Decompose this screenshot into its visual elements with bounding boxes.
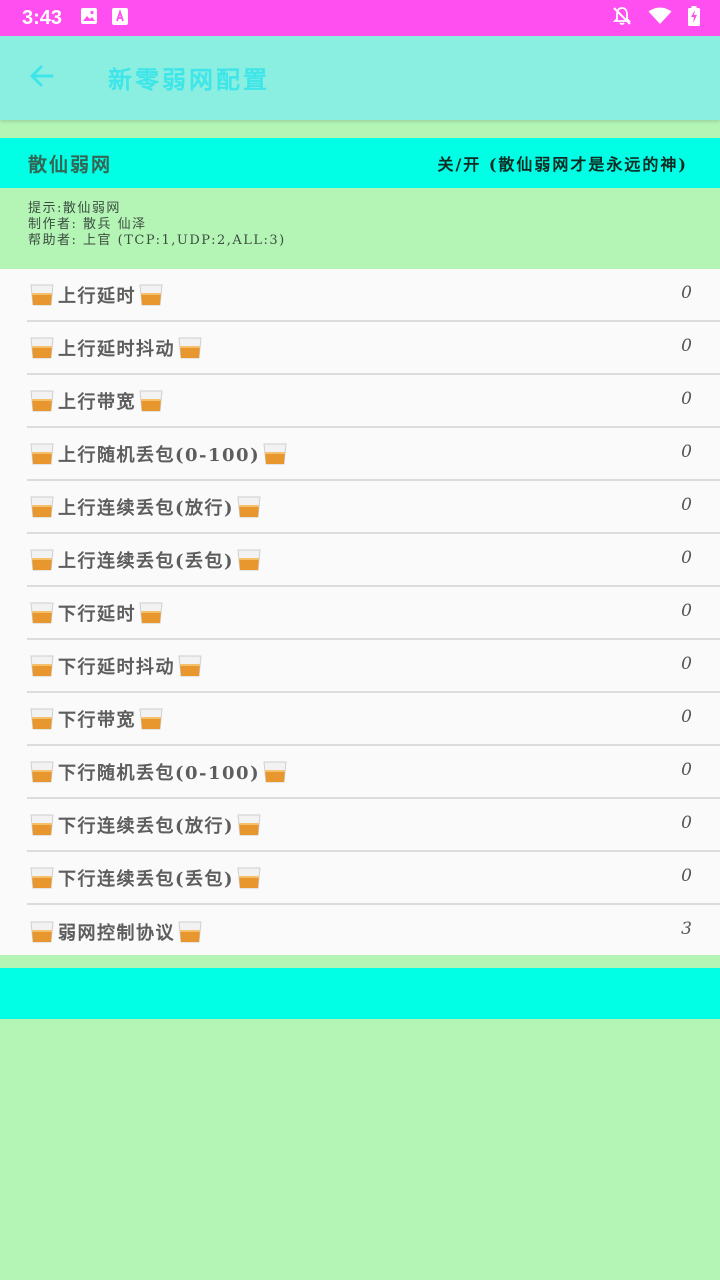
whisky-glass-icon (30, 443, 54, 465)
setting-row[interactable]: 弱网控制协议 3 (27, 905, 720, 958)
switch-label: 散仙弱网 (28, 153, 113, 176)
setting-label: 弱网控制协议 (27, 919, 202, 945)
whisky-glass-icon (178, 337, 202, 359)
whisky-glass-icon (139, 284, 163, 306)
font-download-icon (112, 7, 129, 29)
setting-label: 上行延时 (27, 282, 163, 308)
setting-value: 0 (681, 654, 692, 674)
setting-value: 0 (681, 336, 692, 356)
whisky-glass-icon (30, 602, 54, 624)
whisky-glass-icon (178, 921, 202, 943)
setting-label: 上行连续丢包(放行) (27, 494, 261, 520)
whisky-glass-icon (30, 708, 54, 730)
setting-label-text: 下行随机丢包(0-100) (58, 762, 261, 784)
setting-label: 下行随机丢包(0-100) (27, 759, 287, 785)
setting-row[interactable]: 下行带宽 0 (27, 693, 720, 746)
whisky-glass-icon (139, 708, 163, 730)
setting-value: 0 (681, 760, 692, 780)
whisky-glass-icon (30, 549, 54, 571)
setting-row[interactable]: 上行连续丢包(丢包) 0 (27, 534, 720, 587)
setting-label-text: 下行延时抖动 (58, 656, 175, 678)
setting-value: 0 (681, 548, 692, 568)
info-author: 制作者: 散兵 仙泽 (28, 217, 147, 232)
setting-label-text: 上行连续丢包(丢包) (58, 550, 235, 572)
settings-list: 上行延时 0 上行延时抖动 0 上行带宽 0 上行随机丢包(0-100) 0 上行连续丢包(放行… (0, 269, 720, 955)
back-button[interactable] (22, 58, 62, 98)
setting-row[interactable]: 上行延时抖动 0 (27, 322, 720, 375)
whisky-glass-icon (30, 337, 54, 359)
setting-row[interactable]: 下行连续丢包(放行) 0 (27, 799, 720, 852)
setting-row[interactable]: 上行带宽 0 (27, 375, 720, 428)
bottom-bar[interactable] (0, 968, 720, 1019)
page-title: 新零弱网配置 (108, 65, 270, 94)
app-toolbar: 新零弱网配置 (0, 36, 720, 120)
whisky-glass-icon (237, 549, 261, 571)
setting-value: 0 (681, 707, 692, 727)
setting-label: 上行带宽 (27, 388, 163, 414)
whisky-glass-icon (237, 867, 261, 889)
setting-row[interactable]: 下行随机丢包(0-100) 0 (27, 746, 720, 799)
wifi-icon (648, 7, 672, 29)
setting-row[interactable]: 上行随机丢包(0-100) 0 (27, 428, 720, 481)
setting-label-text: 上行随机丢包(0-100) (58, 444, 261, 466)
whisky-glass-icon (178, 655, 202, 677)
master-switch-row[interactable]: 散仙弱网 关/开 (散仙弱网才是永远的神) (0, 138, 720, 188)
battery-charging-icon (688, 6, 700, 30)
setting-label: 上行连续丢包(丢包) (27, 547, 261, 573)
setting-row[interactable]: 下行延时抖动 0 (27, 640, 720, 693)
whisky-glass-icon (30, 496, 54, 518)
notifications-off-icon (612, 6, 632, 30)
setting-label: 下行连续丢包(放行) (27, 812, 261, 838)
setting-row[interactable]: 上行连续丢包(放行) 0 (27, 481, 720, 534)
setting-row[interactable]: 下行连续丢包(丢包) 0 (27, 852, 720, 905)
setting-label-text: 下行连续丢包(丢包) (58, 868, 235, 890)
setting-row[interactable]: 下行延时 0 (27, 587, 720, 640)
status-bar: 3:43 (0, 0, 720, 36)
image-icon (80, 7, 98, 29)
setting-label: 下行连续丢包(丢包) (27, 865, 261, 891)
setting-value: 0 (681, 442, 692, 462)
whisky-glass-icon (30, 390, 54, 412)
arrow-back-icon (28, 62, 56, 94)
setting-label-text: 下行延时 (58, 603, 136, 625)
whisky-glass-icon (263, 443, 287, 465)
setting-value: 0 (681, 495, 692, 515)
info-tip: 提示:散仙弱网 (28, 201, 121, 216)
whisky-glass-icon (139, 390, 163, 412)
setting-value: 0 (681, 813, 692, 833)
setting-label: 下行延时抖动 (27, 653, 202, 679)
setting-label-text: 上行延时抖动 (58, 338, 175, 360)
setting-label-text: 弱网控制协议 (58, 922, 175, 944)
info-helper: 帮助者: 上官 (TCP:1,UDP:2,ALL:3) (28, 233, 286, 248)
setting-label-text: 下行带宽 (58, 709, 136, 731)
status-time: 3:43 (22, 6, 63, 29)
whisky-glass-icon (30, 867, 54, 889)
info-block: 提示:散仙弱网 制作者: 散兵 仙泽 帮助者: 上官 (TCP:1,UDP:2,… (28, 201, 286, 249)
switch-toggle-text[interactable]: 关/开 (散仙弱网才是永远的神) (437, 151, 688, 175)
whisky-glass-icon (237, 814, 261, 836)
setting-value: 0 (681, 601, 692, 621)
whisky-glass-icon (30, 284, 54, 306)
whisky-glass-icon (139, 602, 163, 624)
whisky-glass-icon (30, 655, 54, 677)
setting-label: 下行延时 (27, 600, 163, 626)
setting-value: 3 (681, 919, 692, 939)
setting-label-text: 上行连续丢包(放行) (58, 497, 235, 519)
whisky-glass-icon (30, 921, 54, 943)
whisky-glass-icon (237, 496, 261, 518)
setting-label: 上行延时抖动 (27, 335, 202, 361)
whisky-glass-icon (30, 761, 54, 783)
setting-label: 下行带宽 (27, 706, 163, 732)
setting-value: 0 (681, 283, 692, 303)
setting-row[interactable]: 上行延时 0 (27, 269, 720, 322)
setting-value: 0 (681, 389, 692, 409)
setting-label-text: 上行延时 (58, 285, 136, 307)
whisky-glass-icon (30, 814, 54, 836)
setting-label-text: 上行带宽 (58, 391, 136, 413)
setting-value: 0 (681, 866, 692, 886)
setting-label: 上行随机丢包(0-100) (27, 441, 287, 467)
whisky-glass-icon (263, 761, 287, 783)
setting-label-text: 下行连续丢包(放行) (58, 815, 235, 837)
